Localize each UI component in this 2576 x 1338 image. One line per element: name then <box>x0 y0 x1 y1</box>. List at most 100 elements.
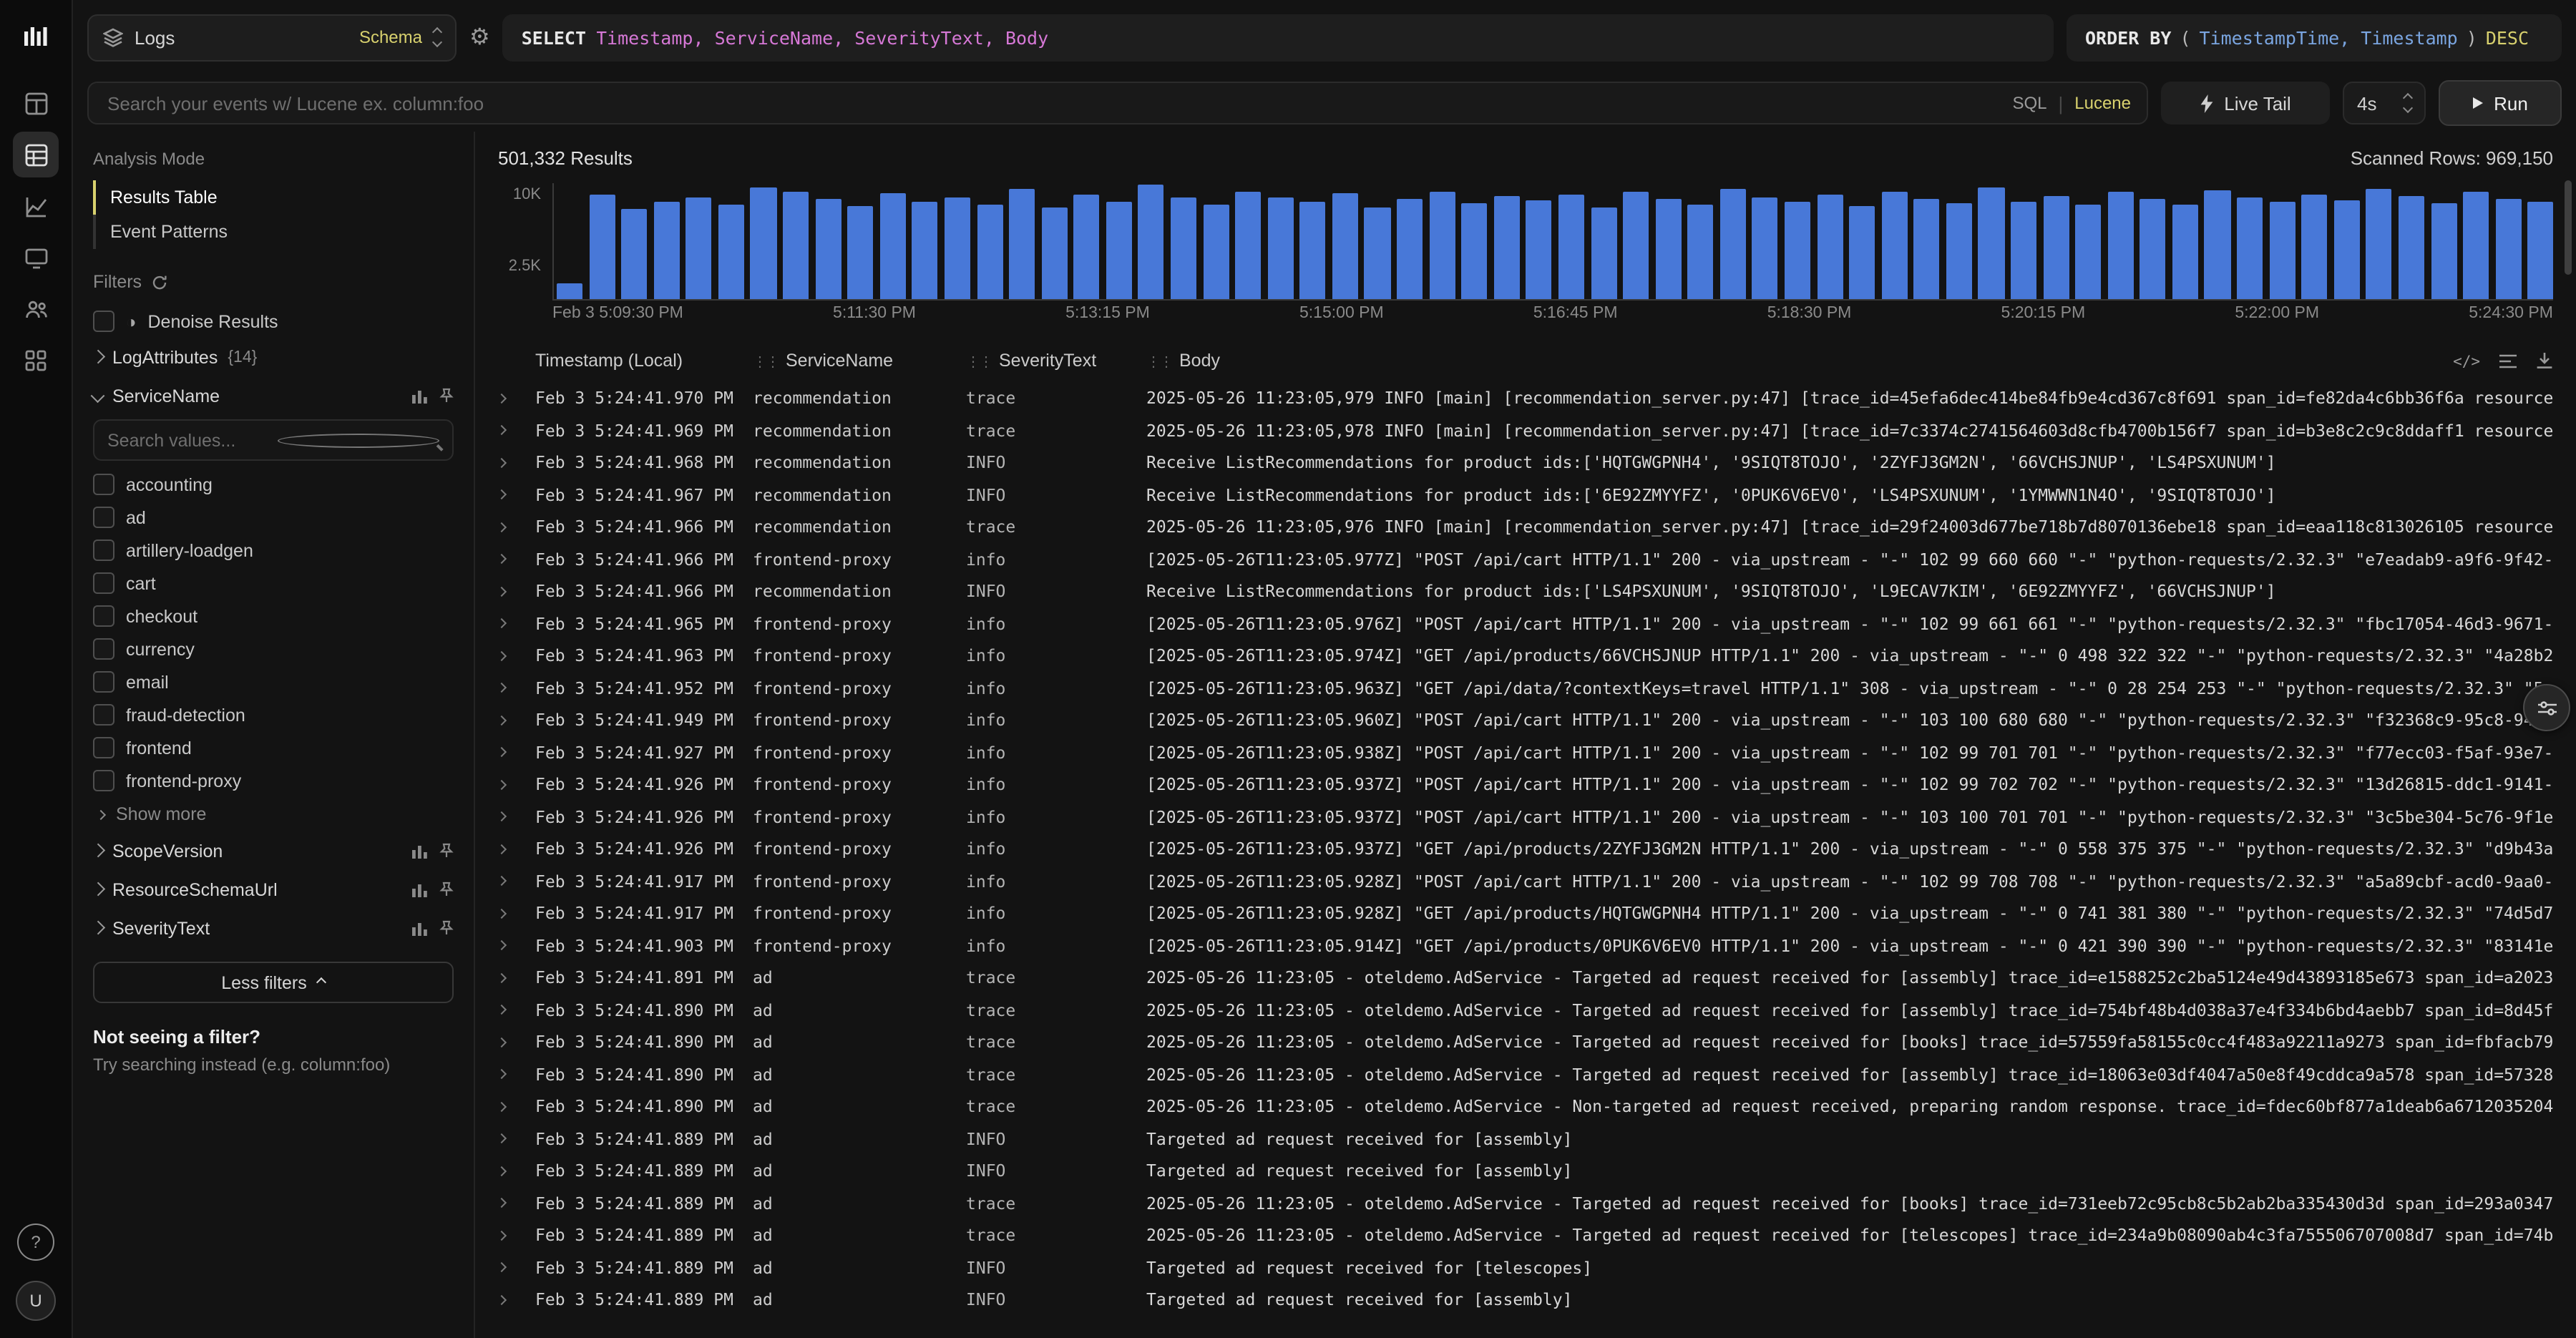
row-expand-chevron[interactable] <box>498 1297 535 1304</box>
facet-value-search[interactable]: Search values... <box>93 419 454 461</box>
histogram-bar[interactable] <box>1914 199 1940 299</box>
histogram-bar[interactable] <box>2108 192 2134 299</box>
histogram-bar[interactable] <box>1655 199 1681 299</box>
row-expand-chevron[interactable] <box>498 1200 535 1207</box>
table-row[interactable]: Feb 3 5:24:41.969 PM recommendation trac… <box>498 414 2553 446</box>
refresh-interval-select[interactable]: 4s <box>2343 82 2426 124</box>
histogram-bar[interactable] <box>1849 206 1875 299</box>
table-row[interactable]: Feb 3 5:24:41.917 PM frontend-proxy info… <box>498 897 2553 929</box>
facet-value-row[interactable]: email <box>93 665 454 698</box>
team-icon[interactable] <box>13 286 59 332</box>
select-clause-editor[interactable]: SELECT Timestamp, ServiceName, SeverityT… <box>503 14 2054 61</box>
row-expand-chevron[interactable] <box>498 1039 535 1046</box>
histogram-bar[interactable] <box>1687 204 1713 299</box>
table-row[interactable]: Feb 3 5:24:41.952 PM frontend-proxy info… <box>498 672 2553 704</box>
table-row[interactable]: Feb 3 5:24:41.926 PM frontend-proxy info… <box>498 768 2553 801</box>
chart-explorer-icon[interactable] <box>13 183 59 229</box>
pin-icon[interactable] <box>439 843 454 859</box>
histogram-bar[interactable] <box>1526 200 1552 299</box>
histogram-bar[interactable] <box>2075 204 2101 299</box>
checkbox[interactable] <box>93 474 114 495</box>
histogram-bar[interactable] <box>1785 202 1810 299</box>
table-row[interactable]: Feb 3 5:24:41.966 PM recommendation trac… <box>498 511 2553 543</box>
mode-event-patterns[interactable]: Event Patterns <box>93 215 454 249</box>
facet-value-row[interactable]: cart <box>93 567 454 600</box>
table-row[interactable]: Feb 3 5:24:41.967 PM recommendation INFO… <box>498 479 2553 511</box>
histogram-bar[interactable] <box>751 187 776 299</box>
sessions-icon[interactable] <box>13 235 59 280</box>
histogram-bar[interactable] <box>2301 194 2327 299</box>
histogram-bar[interactable] <box>1171 198 1196 299</box>
histogram-bar[interactable] <box>2237 197 2263 299</box>
histogram-bar[interactable] <box>1720 189 1746 299</box>
pin-icon[interactable] <box>439 388 454 404</box>
bar-chart-icon[interactable] <box>412 920 428 936</box>
histogram-bar[interactable] <box>1138 185 1164 299</box>
table-row[interactable]: Feb 3 5:24:41.889 PM ad INFO Targeted ad… <box>498 1251 2553 1284</box>
table-row[interactable]: Feb 3 5:24:41.890 PM ad trace 2025-05-26… <box>498 1090 2553 1123</box>
histogram-bar[interactable] <box>1979 187 2004 299</box>
row-expand-chevron[interactable] <box>498 459 535 467</box>
drag-grip-icon[interactable] <box>966 351 999 371</box>
histogram-bar[interactable] <box>2334 200 2360 299</box>
histogram-bar[interactable] <box>718 205 744 299</box>
row-expand-chevron[interactable] <box>498 942 535 949</box>
table-row[interactable]: Feb 3 5:24:41.889 PM ad INFO Targeted ad… <box>498 1123 2553 1155</box>
histogram-bar[interactable] <box>1203 205 1229 299</box>
show-more-link[interactable]: Show more <box>93 797 454 831</box>
row-expand-chevron[interactable] <box>498 685 535 692</box>
table-row[interactable]: Feb 3 5:24:41.889 PM ad trace 2025-05-26… <box>498 1187 2553 1219</box>
histogram-bar[interactable] <box>880 193 906 299</box>
table-row[interactable]: Feb 3 5:24:41.889 PM ad trace 2025-05-26… <box>498 1219 2553 1251</box>
checkbox[interactable] <box>93 638 114 660</box>
histogram-bar[interactable] <box>2205 190 2230 299</box>
table-row[interactable]: Feb 3 5:24:41.903 PM frontend-proxy info… <box>498 929 2553 962</box>
histogram-bar[interactable] <box>1397 199 1423 299</box>
row-density-icon[interactable] <box>2499 353 2517 368</box>
checkbox[interactable] <box>93 770 114 791</box>
row-expand-chevron[interactable] <box>498 1232 535 1239</box>
histogram-bar[interactable] <box>2043 196 2069 299</box>
row-expand-chevron[interactable] <box>498 878 535 885</box>
histogram-bar[interactable] <box>2269 202 2295 299</box>
table-row[interactable]: Feb 3 5:24:41.966 PM frontend-proxy info… <box>498 543 2553 575</box>
histogram-bar[interactable] <box>2463 191 2489 299</box>
histogram-bar[interactable] <box>2431 203 2457 299</box>
row-expand-chevron[interactable] <box>498 781 535 788</box>
row-expand-chevron[interactable] <box>498 975 535 982</box>
row-expand-chevron[interactable] <box>498 910 535 917</box>
histogram-bar[interactable] <box>1332 193 1358 299</box>
histogram-bar[interactable] <box>1494 196 1520 299</box>
facet-scopeversion[interactable]: ScopeVersion <box>93 831 454 870</box>
user-avatar[interactable]: U <box>16 1281 56 1321</box>
table-row[interactable]: Feb 3 5:24:41.890 PM ad trace 2025-05-26… <box>498 1058 2553 1090</box>
row-expand-chevron[interactable] <box>498 1264 535 1271</box>
histogram-bar[interactable] <box>1881 191 1907 299</box>
histogram-bar[interactable] <box>1752 197 1778 299</box>
histogram-bar[interactable] <box>686 197 712 299</box>
refresh-icon[interactable] <box>152 274 167 290</box>
table-row[interactable]: Feb 3 5:24:41.949 PM frontend-proxy info… <box>498 704 2553 736</box>
table-row[interactable]: Feb 3 5:24:41.963 PM frontend-proxy info… <box>498 640 2553 672</box>
row-expand-chevron[interactable] <box>498 1168 535 1175</box>
histogram-bar[interactable] <box>557 283 582 299</box>
row-expand-chevron[interactable] <box>498 524 535 531</box>
facet-value-row[interactable]: frontend <box>93 731 454 764</box>
bar-chart-icon[interactable] <box>412 388 428 404</box>
code-view-icon[interactable] <box>2453 351 2480 371</box>
histogram-bar[interactable] <box>1106 202 1132 299</box>
row-expand-chevron[interactable] <box>498 427 535 434</box>
apps-grid-icon[interactable] <box>13 338 59 384</box>
facet-value-row[interactable]: accounting <box>93 468 454 501</box>
histogram-bar[interactable] <box>1235 191 1261 299</box>
row-expand-chevron[interactable] <box>498 620 535 628</box>
histogram-bar[interactable] <box>1558 194 1584 299</box>
row-expand-chevron[interactable] <box>498 556 535 563</box>
dashboards-icon[interactable] <box>13 80 59 126</box>
row-expand-chevron[interactable] <box>498 749 535 756</box>
checkbox[interactable] <box>93 704 114 726</box>
row-expand-chevron[interactable] <box>498 492 535 499</box>
facet-value-row[interactable]: frontend-proxy <box>93 764 454 797</box>
histogram-bar[interactable] <box>1009 189 1035 299</box>
checkbox[interactable] <box>93 605 114 627</box>
